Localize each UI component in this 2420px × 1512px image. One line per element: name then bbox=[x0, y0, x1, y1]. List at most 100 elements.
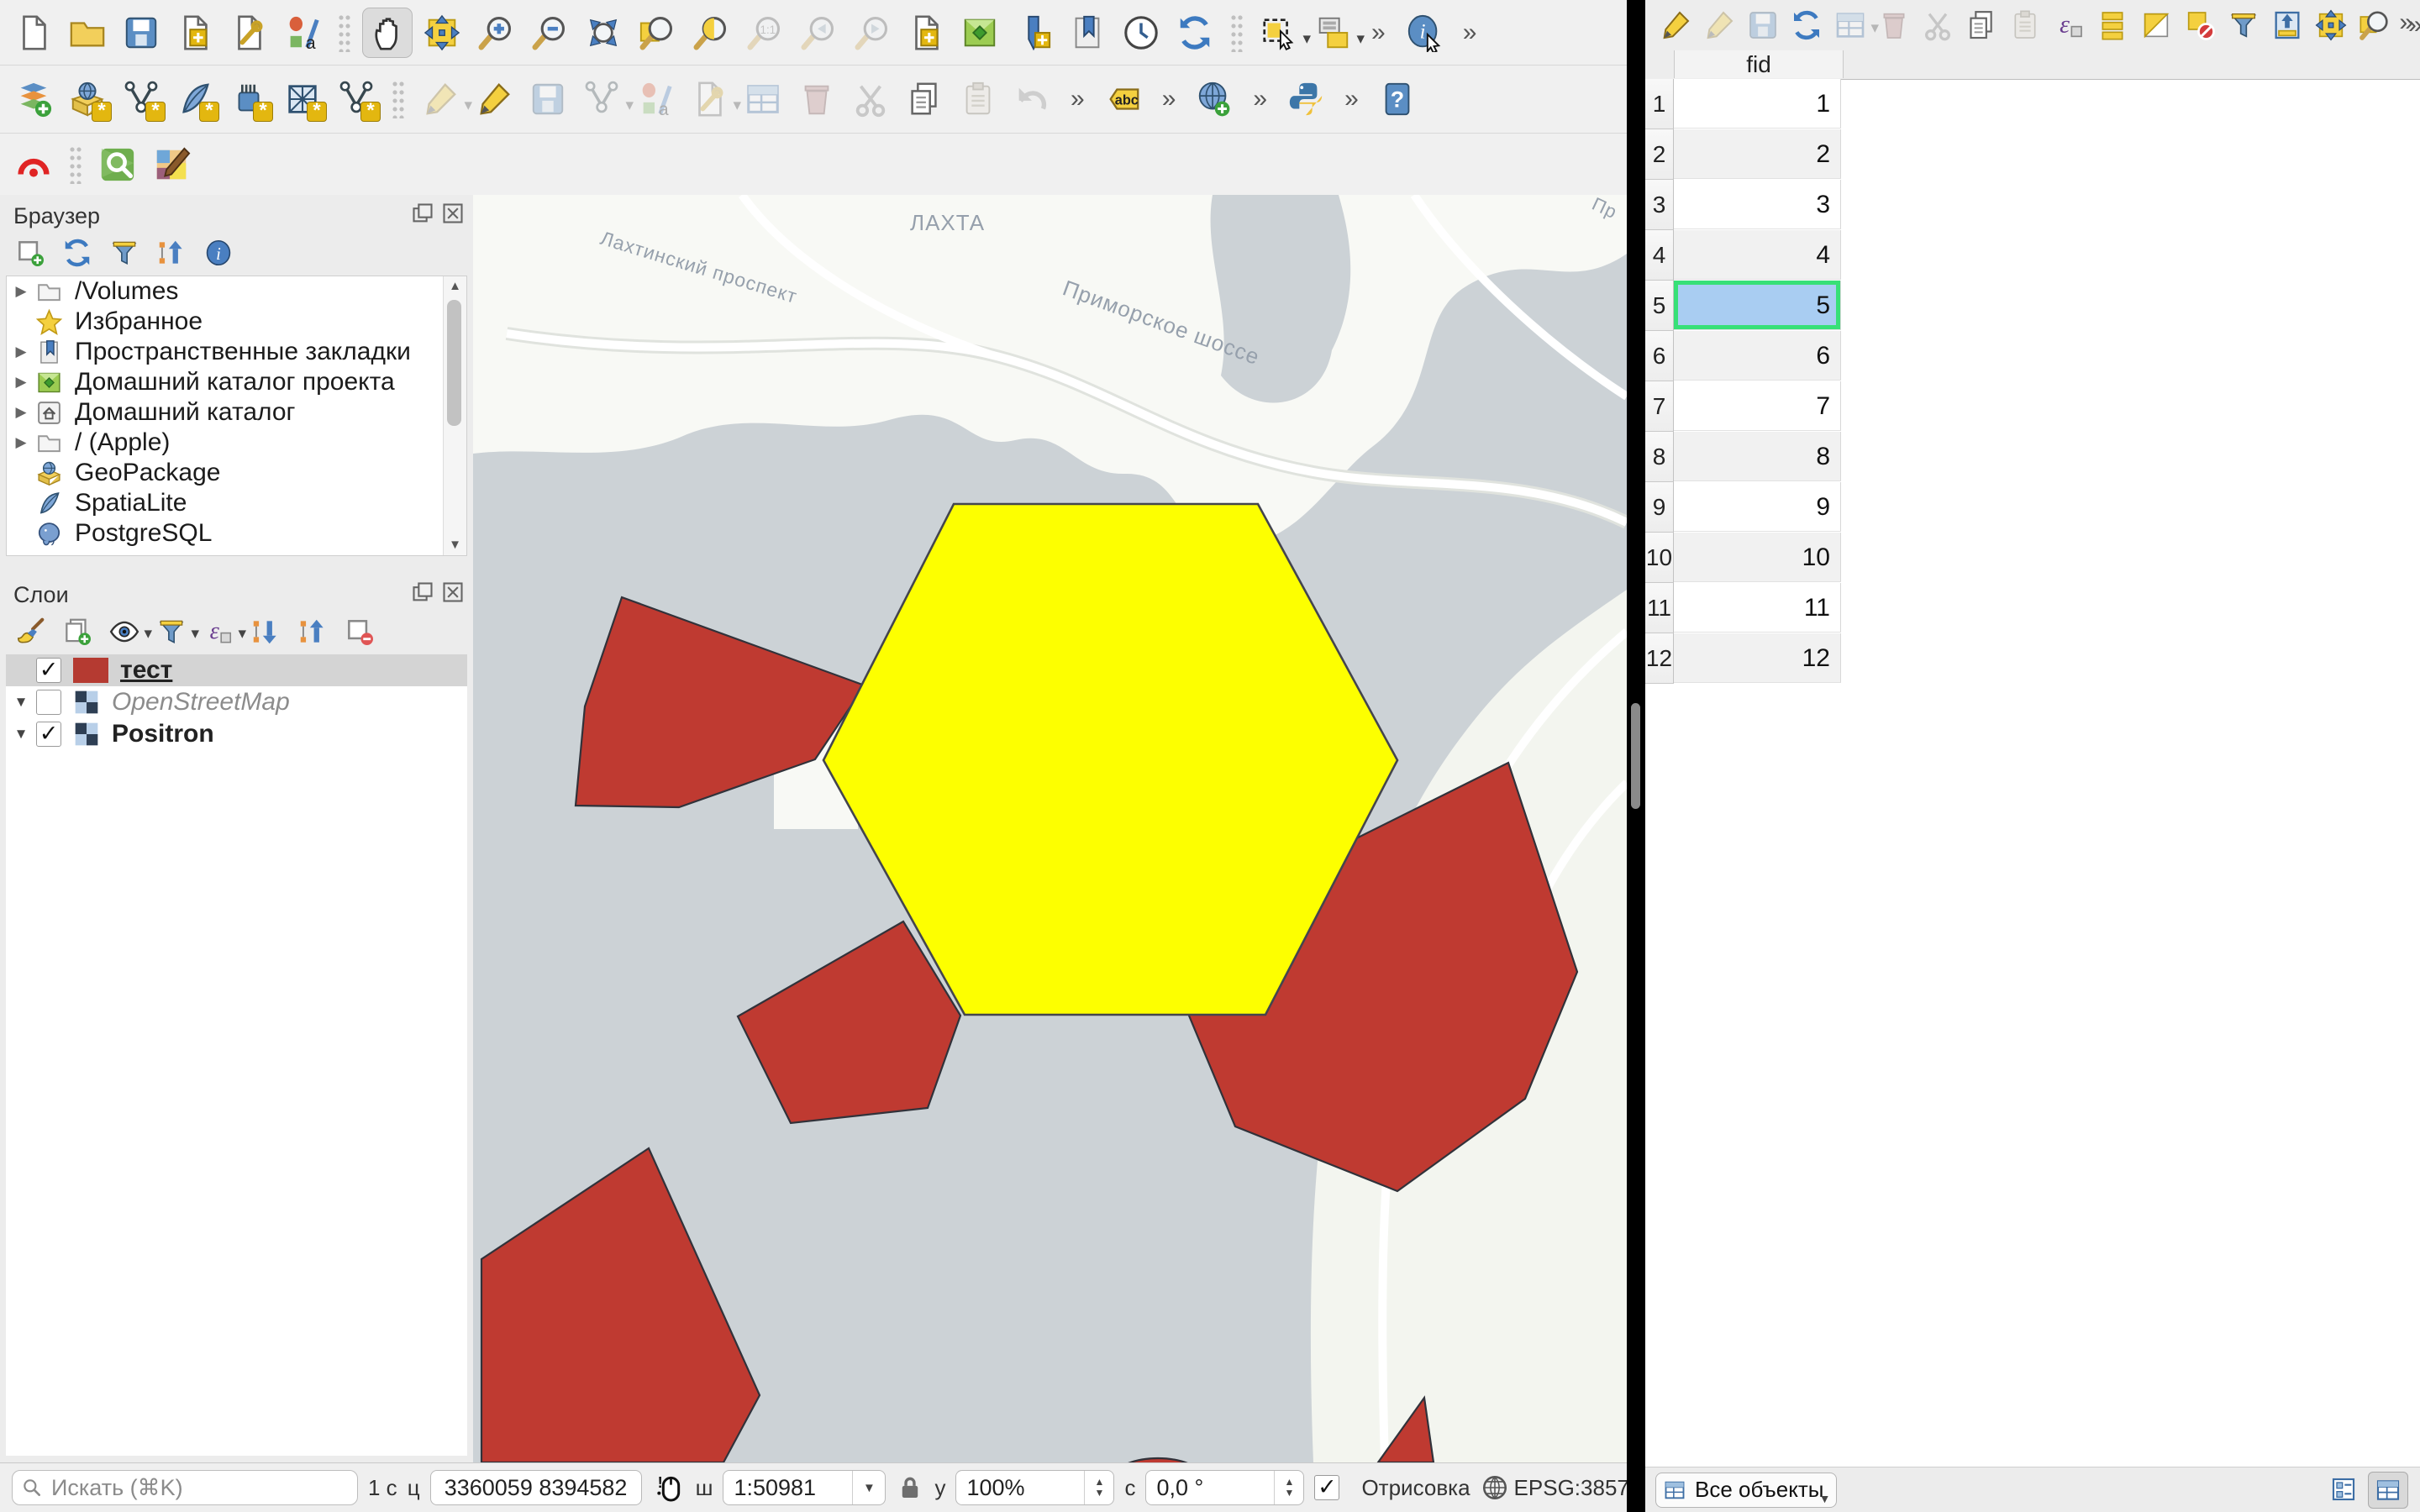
browser-item-spatialite[interactable]: SpatiaLite bbox=[7, 488, 466, 518]
attribute-toolbar-overflow[interactable]: » bbox=[2399, 8, 2413, 37]
current-edits-button[interactable]: ▾ bbox=[416, 75, 465, 123]
select-features-button[interactable]: ▾ bbox=[1255, 8, 1303, 57]
new-map-layout-button[interactable] bbox=[902, 8, 950, 57]
style-manager-button[interactable] bbox=[278, 8, 327, 57]
toolbar-overflow[interactable]: » bbox=[1463, 18, 1477, 47]
rotation-spinner[interactable]: ▲▼ bbox=[1274, 1471, 1303, 1504]
fid-cell[interactable]: 6 bbox=[1674, 331, 1841, 381]
zoom-out-button[interactable] bbox=[525, 8, 574, 57]
toolbar-overflow[interactable]: » bbox=[1344, 85, 1359, 113]
browser-scrollbar[interactable]: ▲ ▼ bbox=[443, 276, 466, 555]
expander-icon[interactable]: ▼ bbox=[6, 726, 36, 743]
fid-column-header[interactable]: fid bbox=[1674, 50, 1844, 78]
expander-icon[interactable]: ▶ bbox=[7, 283, 35, 300]
magnifier-spinner[interactable]: ▲▼ bbox=[1084, 1471, 1113, 1504]
reload-table-button[interactable] bbox=[1786, 4, 1828, 46]
refresh-map-button[interactable] bbox=[1171, 8, 1219, 57]
row-header[interactable]: 8 bbox=[1645, 432, 1674, 482]
zoom-native-button[interactable] bbox=[740, 8, 789, 57]
row-header[interactable]: 3 bbox=[1645, 180, 1674, 230]
fid-cell[interactable]: 9 bbox=[1674, 482, 1841, 532]
render-checkbox[interactable]: ✓ bbox=[1314, 1475, 1339, 1500]
fid-cell[interactable]: 4 bbox=[1674, 230, 1841, 280]
row-header[interactable]: 4 bbox=[1645, 230, 1674, 281]
zoom-to-layer-button[interactable] bbox=[633, 8, 681, 57]
zoom-to-selection-button[interactable] bbox=[687, 8, 735, 57]
expander-icon[interactable]: ▶ bbox=[7, 344, 35, 360]
metasearch-button[interactable] bbox=[1190, 75, 1239, 123]
new-spatialite-layer-button[interactable]: * bbox=[171, 75, 219, 123]
fid-cell[interactable]: 8 bbox=[1674, 432, 1841, 481]
new-print-layout-button[interactable] bbox=[171, 8, 219, 57]
add-group-button[interactable] bbox=[57, 612, 97, 652]
layout-manager-button[interactable] bbox=[224, 8, 273, 57]
osm-place-search-button[interactable] bbox=[93, 140, 142, 189]
collapse-all2-button[interactable] bbox=[292, 612, 333, 652]
scroll-up-icon[interactable]: ▲ bbox=[444, 276, 466, 297]
zoom-to-selection-button[interactable] bbox=[2354, 4, 2396, 46]
layers-close-button[interactable] bbox=[441, 580, 465, 610]
new-gpx-layer-button[interactable]: * bbox=[224, 75, 273, 123]
temporal-controller-button[interactable] bbox=[1117, 8, 1165, 57]
toolbar-overflow[interactable]: » bbox=[1071, 85, 1085, 113]
browser-item-postgresql[interactable]: PostgreSQL bbox=[7, 518, 466, 549]
row-header[interactable]: 1 bbox=[1645, 79, 1674, 129]
fid-cell[interactable]: 5 bbox=[1674, 281, 1841, 330]
row-header[interactable]: 7 bbox=[1645, 381, 1674, 432]
open-layer-styling-button[interactable] bbox=[10, 612, 50, 652]
layer-labeling-button[interactable] bbox=[1099, 75, 1148, 123]
browser-item--volumes[interactable]: ▶/Volumes bbox=[7, 276, 466, 307]
scale-dropdown-icon[interactable]: ▼ bbox=[852, 1471, 885, 1504]
lock-scale-icon[interactable] bbox=[896, 1473, 924, 1502]
show-spatial-bookmarks-button[interactable] bbox=[1063, 8, 1112, 57]
layer-visibility-checkbox[interactable]: ✓ bbox=[36, 658, 61, 683]
row-header[interactable]: 10 bbox=[1645, 533, 1674, 583]
remove-layer-button[interactable] bbox=[339, 612, 380, 652]
digitize-segment-button[interactable]: ▾ bbox=[577, 75, 626, 123]
locator-plugin-button[interactable] bbox=[9, 140, 58, 189]
new-geopackage-layer-button[interactable]: * bbox=[63, 75, 112, 123]
modify-attributes-button[interactable] bbox=[739, 75, 787, 123]
dropdown-icon[interactable]: ▾ bbox=[1356, 31, 1365, 47]
row-header[interactable]: 9 bbox=[1645, 482, 1674, 533]
zoom-full-button[interactable] bbox=[579, 8, 628, 57]
paste-features-button[interactable] bbox=[954, 75, 1002, 123]
new-virtual-layer-button[interactable]: * bbox=[278, 75, 327, 123]
add-feature-button[interactable]: ▾ bbox=[1829, 4, 1871, 46]
select-by-form-button[interactable] bbox=[2223, 4, 2265, 46]
browser-item--apple-[interactable]: ▶/ (Apple) bbox=[7, 428, 466, 458]
row-header[interactable]: 12 bbox=[1645, 633, 1674, 684]
multi-edit-button[interactable] bbox=[1698, 4, 1740, 46]
fid-cell[interactable]: 2 bbox=[1674, 129, 1841, 179]
table-view-toggle[interactable] bbox=[2368, 1472, 2408, 1509]
row-header[interactable]: 5 bbox=[1645, 281, 1674, 331]
zoom-last-button[interactable] bbox=[794, 8, 843, 57]
feature-filter-button[interactable]: Все объекты ▼ bbox=[1655, 1473, 1837, 1508]
cut-features-button[interactable] bbox=[846, 75, 895, 123]
layer-item-openstreetmap[interactable]: ▼OpenStreetMap bbox=[6, 686, 467, 718]
zoom-in-button[interactable] bbox=[471, 8, 520, 57]
browser-item-пространственные-закладки[interactable]: ▶Пространственные закладки bbox=[7, 337, 466, 367]
browser-item-избранное[interactable]: Избранное bbox=[7, 307, 466, 337]
expander-icon[interactable]: ▶ bbox=[7, 374, 35, 391]
browser-item-geopackage[interactable]: GeoPackage bbox=[7, 458, 466, 488]
deselect-all-button[interactable] bbox=[2179, 4, 2221, 46]
rotation-spinbox[interactable]: 0,0 ° ▲▼ bbox=[1145, 1470, 1304, 1505]
expander-icon[interactable]: ▶ bbox=[7, 404, 35, 421]
scroll-down-icon[interactable]: ▼ bbox=[444, 535, 466, 555]
row-header[interactable]: 6 bbox=[1645, 331, 1674, 381]
attribute-table-scroll-thumb[interactable] bbox=[1631, 703, 1640, 809]
new-report-button[interactable] bbox=[955, 8, 1004, 57]
toolbar-overflow[interactable]: » bbox=[1162, 85, 1176, 113]
pan-map-button[interactable] bbox=[362, 8, 413, 58]
expander-icon[interactable]: ▼ bbox=[6, 694, 36, 711]
layer-visibility-checkbox[interactable] bbox=[36, 690, 61, 715]
toggle-editing-button[interactable] bbox=[470, 75, 518, 123]
help-button[interactable] bbox=[1373, 75, 1422, 123]
magnifier-spinbox[interactable]: 100% ▲▼ bbox=[955, 1470, 1114, 1505]
expand-all-button[interactable] bbox=[245, 612, 286, 652]
save-edits-button[interactable] bbox=[1742, 4, 1784, 46]
cut-button[interactable] bbox=[1917, 4, 1959, 46]
zoom-next-button[interactable] bbox=[848, 8, 897, 57]
delete-selected-button[interactable] bbox=[792, 75, 841, 123]
